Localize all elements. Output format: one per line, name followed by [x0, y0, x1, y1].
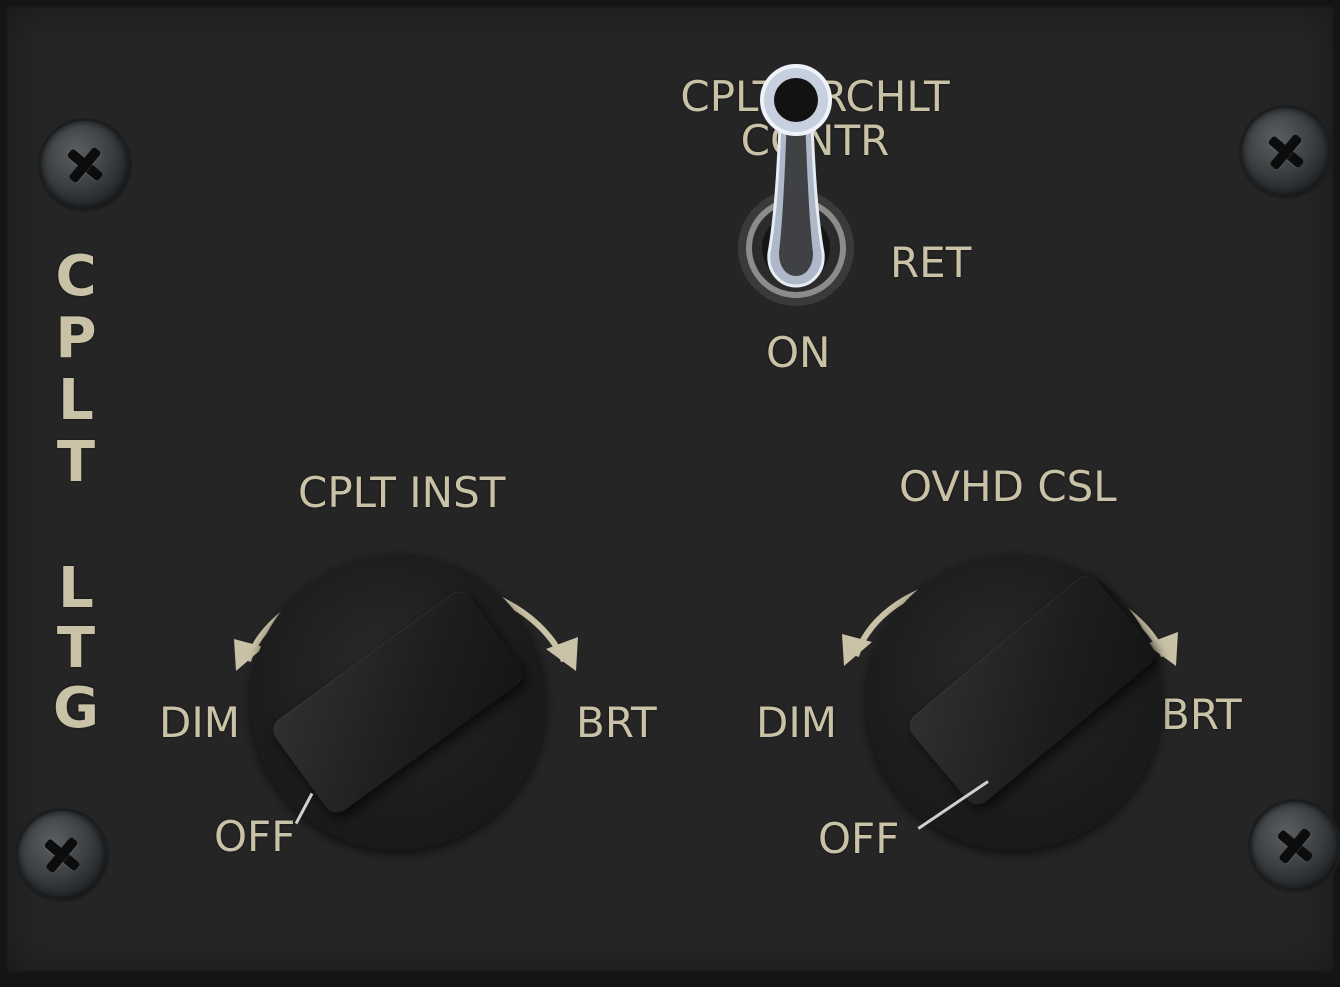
ovhd-csl-rotary-knob[interactable]: [866, 554, 1162, 850]
side-label-letter: C: [55, 244, 97, 309]
cplt-inst-brt-label: BRT: [576, 698, 657, 747]
side-label-letter: L: [58, 556, 94, 621]
side-label-letter: P: [55, 306, 97, 371]
screw-icon: [1242, 108, 1330, 196]
ovhd-csl-title: OVHD CSL: [899, 462, 1117, 511]
cplt-lighting-panel: C P L T L T G CPLT SRCHLT CONTR RET ON C…: [6, 6, 1339, 972]
ovhd-csl-brt-label: BRT: [1161, 690, 1242, 739]
cplt-inst-title: CPLT INST: [298, 468, 506, 517]
side-label-letter: T: [56, 430, 96, 495]
screw-icon: [18, 811, 106, 899]
screw-icon: [1251, 802, 1339, 890]
side-label-letter: G: [53, 676, 99, 741]
cplt-inst-rotary-knob[interactable]: [250, 554, 546, 850]
switch-position-on: ON: [766, 328, 831, 377]
switch-position-ret: RET: [890, 238, 972, 287]
side-label-letter: L: [58, 368, 94, 433]
cplt-inst-dim-label: DIM: [159, 698, 240, 747]
ovhd-csl-dim-label: DIM: [756, 698, 837, 747]
side-label-letter: T: [56, 616, 96, 681]
screw-icon: [41, 121, 129, 209]
searchlight-toggle-switch[interactable]: [721, 58, 871, 318]
